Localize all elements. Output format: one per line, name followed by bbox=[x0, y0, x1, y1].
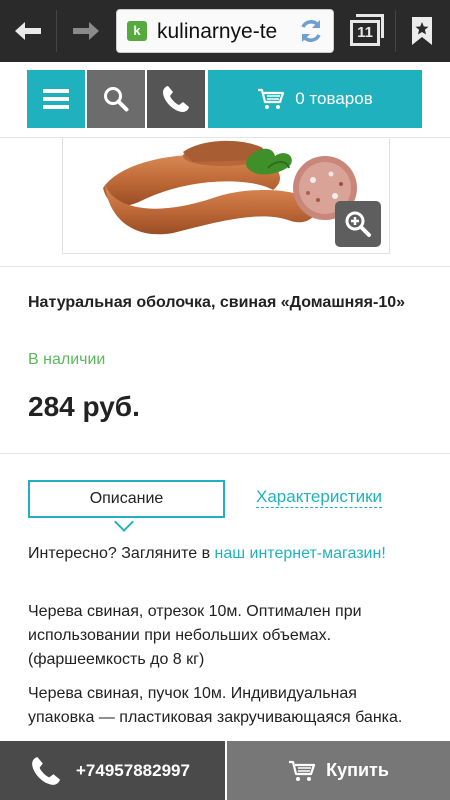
site-header: 0 товаров bbox=[0, 62, 450, 138]
product-title: Натуральная оболочка, свиная «Домашняя-1… bbox=[28, 294, 406, 311]
arrow-right-icon bbox=[73, 22, 99, 40]
browser-toolbar: k kulinarnye-te 11 bbox=[0, 0, 450, 62]
description-intro: Интересно? Загляните в наш интернет-мага… bbox=[28, 542, 423, 566]
reload-button[interactable] bbox=[289, 10, 333, 52]
reload-icon bbox=[301, 20, 321, 42]
toolbar-divider bbox=[395, 10, 396, 52]
shop-link[interactable]: наш интернет-магазин! bbox=[215, 545, 386, 562]
toolbar-divider bbox=[56, 10, 57, 52]
product-price: 284 руб. bbox=[28, 391, 140, 422]
hamburger-icon bbox=[43, 89, 69, 109]
bookmark-button[interactable] bbox=[400, 12, 444, 50]
tab-characteristics[interactable]: Характеристики bbox=[256, 487, 383, 508]
menu-button[interactable] bbox=[27, 70, 85, 128]
call-button[interactable] bbox=[147, 70, 205, 128]
cart-icon bbox=[289, 760, 316, 781]
cart-icon bbox=[258, 88, 285, 109]
description-paragraph: Черева свиная, пучок 10м. Индивидуальная… bbox=[28, 685, 403, 726]
intro-text: Интересно? Загляните в bbox=[28, 545, 215, 562]
bookmark-star-icon bbox=[412, 17, 432, 45]
section-divider bbox=[0, 266, 450, 267]
site-favicon: k bbox=[127, 21, 147, 41]
description-paragraph: Черева свиная, отрезок 10м. Оптимален пр… bbox=[28, 603, 362, 668]
arrow-left-icon bbox=[15, 22, 41, 40]
tab-count: 11 bbox=[350, 20, 380, 46]
phone-number: +74957882997 bbox=[76, 760, 190, 780]
tab-description[interactable]: Описание bbox=[28, 480, 225, 518]
call-phone-button[interactable]: +74957882997 bbox=[0, 741, 225, 800]
buy-label: Купить bbox=[326, 760, 389, 780]
forward-button[interactable] bbox=[58, 0, 114, 62]
back-button[interactable] bbox=[0, 0, 56, 62]
zoom-button[interactable] bbox=[335, 201, 381, 247]
cart-count-label: 0 товаров bbox=[295, 89, 373, 108]
url-text: kulinarnye-te bbox=[157, 20, 278, 43]
tabs-button[interactable]: 11 bbox=[346, 12, 386, 50]
search-icon bbox=[104, 87, 129, 112]
cart-button[interactable]: 0 товаров bbox=[208, 70, 422, 128]
stock-status: В наличии bbox=[28, 351, 106, 368]
search-button[interactable] bbox=[87, 70, 145, 128]
address-bar[interactable]: k kulinarnye-te bbox=[116, 9, 334, 53]
section-divider bbox=[0, 453, 450, 454]
phone-icon bbox=[32, 756, 60, 785]
buy-button[interactable]: Купить bbox=[227, 741, 450, 800]
phone-icon bbox=[163, 86, 189, 112]
zoom-in-icon bbox=[345, 211, 371, 237]
